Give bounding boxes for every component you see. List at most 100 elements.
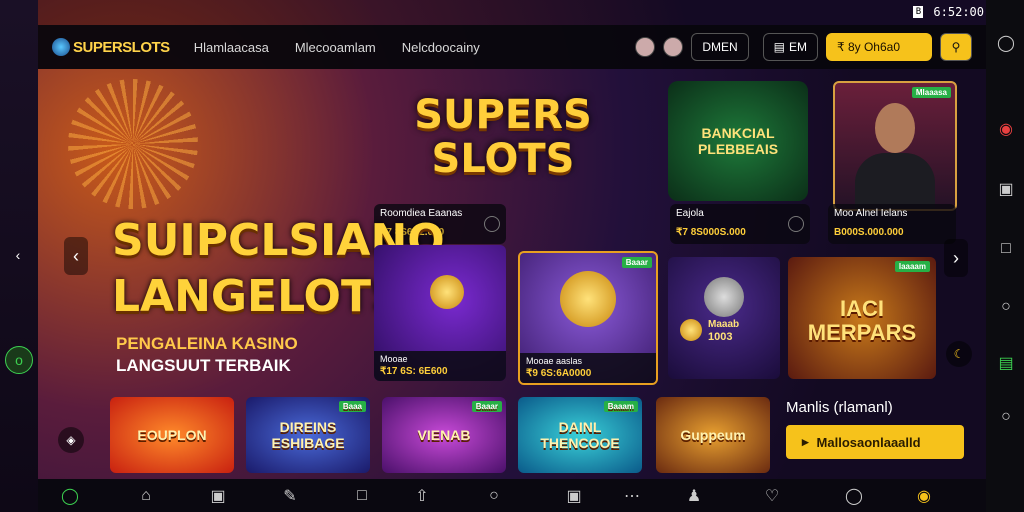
jackpot-amount: ₹7 8S000S.000	[676, 227, 746, 238]
card-caption: Mooae ₹17 6S: 6E600	[374, 351, 506, 381]
brand-name: SUPERSLOTS	[73, 38, 170, 56]
card-label: Mooae aaslas	[526, 356, 583, 366]
wallet-button[interactable]: ▤ EM	[762, 33, 818, 61]
gift-icon[interactable]: ◈	[58, 427, 84, 453]
game-title: DIREINS ESHIBAGE	[271, 419, 345, 451]
deposit-button[interactable]: ₹ 8y Oh6a0	[826, 33, 932, 61]
nav-item-3[interactable]: Nelcdoocainy	[402, 40, 480, 55]
circle-icon[interactable]: ○	[995, 296, 1017, 318]
card-label: Maaab	[708, 319, 740, 330]
gold-coin-image	[560, 271, 616, 327]
card-amount: ₹17 6S: 6E600	[380, 366, 448, 377]
coin-image	[680, 319, 702, 341]
card-title: IACI MERPARS	[807, 296, 917, 345]
coin-image	[430, 275, 464, 309]
search-icon[interactable]: ⚲	[940, 33, 972, 61]
host-tag: Mlaaasa	[911, 87, 951, 98]
card-label: Mooae	[380, 354, 408, 364]
left-rail: ‹ o	[0, 0, 38, 512]
avatar-secondary[interactable]	[663, 37, 684, 57]
game-title: EOUPLON	[137, 427, 207, 443]
logo-line-1: SUPERS	[414, 92, 592, 138]
promo-button[interactable]: ▸ Mallosaonlaaalld	[786, 425, 964, 459]
user-icon[interactable]: ♟	[684, 486, 704, 506]
main-nav: Hlamlaacasa Mlecooamlam Nelcdoocainy	[194, 40, 480, 55]
circle-icon[interactable]: ◯	[995, 32, 1017, 54]
game-title: DAINL THENCOOE	[540, 419, 620, 451]
promo-button-label: Mallosaonlaaalld	[816, 434, 921, 450]
game-card-2[interactable]: Baaar Mooae aaslas ₹9 6S:6A0000	[518, 251, 658, 385]
circle-icon[interactable]: ○	[484, 486, 504, 506]
right-rail: ◯ ◉ ▣ □ ○ ▤ ○	[986, 0, 1024, 512]
status-badge: B	[913, 6, 924, 18]
hero-subtitle-line-2: LANGSUUT TERBAIK	[116, 356, 291, 375]
status-dot-icon[interactable]: o	[5, 346, 33, 374]
live-host-card[interactable]: Mlaaasa	[833, 81, 957, 211]
jackpot-panel-2[interactable]: Eajola ₹7 8S000S.000	[670, 204, 810, 244]
firework-decoration	[68, 79, 198, 209]
carousel-next-button[interactable]: ›	[944, 239, 968, 277]
hero-banner: SUPERS SLOTS BANKCIAL PLEBBEAIS Mlaaasa …	[38, 69, 986, 479]
game-title: VIENAB	[417, 427, 471, 443]
moon-icon[interactable]: ☾	[946, 341, 972, 367]
game-tile-4[interactable]: Baaam DAINL THENCOOE	[518, 397, 642, 473]
back-arrow-icon[interactable]: ‹	[5, 242, 31, 268]
avatar[interactable]	[635, 37, 656, 57]
recent-icon[interactable]: ▣	[564, 486, 584, 506]
banker-badge[interactable]: BANKCIAL PLEBBEAIS	[668, 81, 808, 201]
profile-icon[interactable]: ◉	[914, 486, 934, 506]
game-tag: Baaam	[603, 401, 638, 412]
more-icon[interactable]: ⋯	[622, 486, 642, 506]
game-tile-5[interactable]: Guppeum	[656, 397, 770, 473]
carousel-prev-button[interactable]: ‹	[64, 237, 88, 275]
circle-icon[interactable]: ○	[995, 406, 1017, 428]
game-tile-2[interactable]: Baaa DIREINS ESHIBAGE	[246, 397, 370, 473]
record-icon[interactable]: ◉	[995, 118, 1017, 140]
user-menu-button[interactable]: DMEN	[691, 33, 749, 61]
brand-logo[interactable]: SUPERSLOTS	[52, 38, 170, 56]
info-icon	[484, 216, 500, 232]
promo-label: Manlis (rlamanl)	[786, 399, 893, 416]
game-card-1[interactable]: Mooae ₹17 6S: 6E600	[374, 245, 506, 381]
host-suit-image	[855, 153, 935, 209]
wallet-icon: ▤	[773, 40, 785, 54]
edit-icon[interactable]: ✎	[280, 486, 300, 506]
game-title: Guppeum	[680, 427, 746, 443]
camera-icon[interactable]: ▣	[208, 486, 228, 506]
square-icon[interactable]: □	[995, 238, 1017, 260]
camera-icon[interactable]: ▣	[995, 178, 1017, 200]
game-card-3[interactable]: 1003 Maaab	[668, 257, 780, 379]
logo-line-2: SLOTS	[431, 136, 575, 182]
jackpot-amount: B000S.000.000	[834, 227, 904, 238]
game-card-4[interactable]: Iaaaam IACI MERPARS	[788, 257, 936, 379]
star-logo-icon	[52, 38, 70, 56]
card-amount: 1003	[708, 331, 733, 343]
status-bar: B 6:52:00	[913, 2, 984, 22]
play-icon: ▸	[802, 434, 809, 449]
game-tile-3[interactable]: Baaar VIENAB	[382, 397, 506, 473]
nav-item-1[interactable]: Hlamlaacasa	[194, 40, 269, 55]
casino-screen: ‹ o B 6:52:00 SUPERSLOTS Hlamlaacasa Mle…	[0, 0, 1024, 512]
jackpot-panel-3[interactable]: Moo Alnel Ielans B000S.000.000	[828, 204, 956, 244]
status-time: 6:52:00	[933, 5, 984, 19]
record-icon[interactable]: ◯	[60, 486, 80, 506]
game-tag: Baaar	[471, 401, 502, 412]
banker-text: BANKCIAL PLEBBEAIS	[697, 125, 779, 157]
header-actions: DMEN ▤ EM ₹ 8y Oh6a0 ⚲	[635, 33, 972, 61]
hero-subtitle-line-1: PENGALEINA KASINO	[116, 334, 298, 353]
silver-coin-image	[704, 277, 744, 317]
supers-slots-logo: SUPERS SLOTS	[368, 87, 638, 187]
card-tag: Baaar	[621, 257, 652, 268]
bag-icon[interactable]: ▤	[995, 352, 1017, 374]
info-icon	[788, 216, 804, 232]
heart-icon[interactable]: ♡	[762, 486, 782, 506]
share-icon[interactable]: ⇧	[412, 486, 432, 506]
jackpot-label: Moo Alnel Ielans	[834, 208, 908, 219]
home-icon[interactable]: ⌂	[136, 486, 156, 506]
square-icon[interactable]: □	[352, 486, 372, 506]
chat-icon[interactable]: ◯	[844, 486, 864, 506]
game-tag: Baaa	[338, 401, 366, 412]
host-face-image	[875, 103, 915, 153]
nav-item-2[interactable]: Mlecooamlam	[295, 40, 376, 55]
game-tile-1[interactable]: EOUPLON	[110, 397, 234, 473]
